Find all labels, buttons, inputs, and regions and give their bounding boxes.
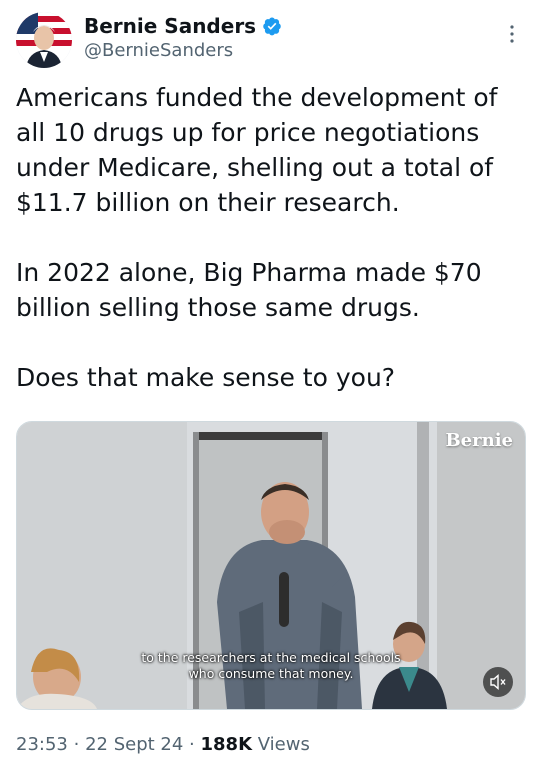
tweet-paragraph: Americans funded the development of all … [16, 83, 498, 217]
caption-line: to the researchers at the medical school… [141, 650, 401, 665]
channel-watermark: Bernie [445, 430, 513, 451]
meta-separator: · [189, 734, 201, 755]
caption-line: who consume that money. [188, 666, 354, 681]
tweet-header: Bernie Sanders @BernieSanders [16, 12, 524, 72]
tweet-meta: 23:53 · 22 Sept 24 · 188K Views [16, 734, 310, 755]
views-label: Views [257, 734, 310, 755]
video-player[interactable]: Bernie to the researchers at the medical… [16, 421, 526, 710]
speaker-muted-icon [490, 673, 506, 691]
author-info: Bernie Sanders @BernieSanders [84, 14, 282, 61]
tweet-text: Americans funded the development of all … [16, 80, 524, 430]
tweet-paragraph: In 2022 alone, Big Pharma made $70 billi… [16, 258, 482, 322]
author-handle[interactable]: @BernieSanders [84, 40, 282, 61]
video-caption: to the researchers at the medical school… [17, 650, 525, 682]
more-options-icon[interactable] [500, 22, 524, 46]
views-count: 188K [200, 734, 253, 755]
mute-button[interactable] [483, 667, 513, 697]
avatar[interactable] [16, 12, 72, 68]
display-name[interactable]: Bernie Sanders [84, 14, 256, 38]
meta-separator: · [73, 734, 86, 755]
verified-badge-icon [263, 17, 281, 36]
tweet-time[interactable]: 23:53 [16, 734, 68, 755]
tweet-paragraph: Does that make sense to you? [16, 363, 396, 392]
tweet-date[interactable]: 22 Sept 24 [85, 734, 183, 755]
